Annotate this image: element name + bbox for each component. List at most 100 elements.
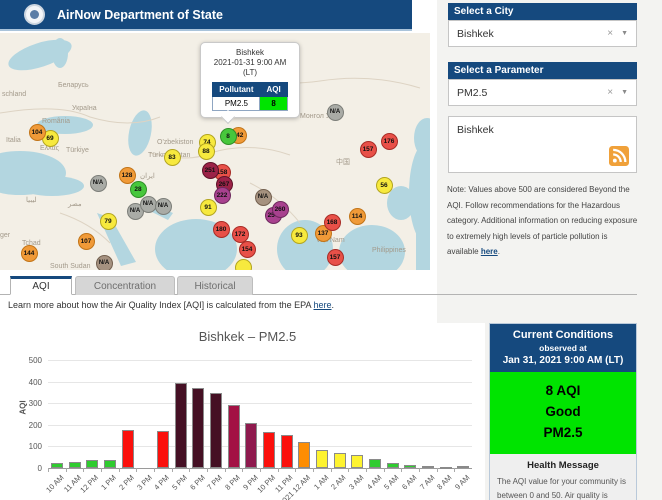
chevron-down-icon[interactable]: ▼	[621, 30, 628, 37]
feed-panel: Bishkek	[448, 116, 637, 173]
chart-bar[interactable]	[262, 431, 275, 468]
chart-x-tick	[277, 468, 279, 472]
map-place-label: مصر	[68, 201, 82, 208]
tab-historical[interactable]: Historical	[177, 276, 253, 295]
cc-datetime: Jan 31, 2021 9:00 AM (LT)	[502, 355, 624, 366]
popup-datetime: 2021-01-31 9:00 AM	[213, 58, 287, 67]
map-aqi-marker[interactable]: 8	[219, 127, 237, 145]
chart-bar[interactable]	[457, 466, 470, 469]
clear-parameter-icon[interactable]: ×	[607, 87, 613, 98]
learn-more-text: Learn more about how the Air Quality Ind…	[8, 300, 335, 310]
chart-bar[interactable]	[121, 429, 134, 468]
map-aqi-marker[interactable]: 176	[380, 132, 398, 150]
map-aqi-marker[interactable]: 93	[290, 226, 308, 244]
map-aqi-marker[interactable]: 144	[20, 244, 38, 262]
chart-x-tick	[171, 468, 173, 472]
aqi-world-map[interactable]: schland Беларусь Україна România Italia Ελλάς…	[0, 33, 430, 270]
map-aqi-marker[interactable]: 172	[231, 225, 249, 243]
map-aqi-marker[interactable]: 88	[197, 142, 215, 160]
chart-x-tick-label: 8 AM	[435, 473, 454, 492]
chart-bar[interactable]	[315, 449, 328, 468]
app-title: AirNow Department of State	[57, 7, 223, 22]
feed-city-label: Bishkek	[457, 124, 494, 136]
chart-bar[interactable]	[245, 423, 258, 468]
aqi-note: Note: Values above 500 are considered Be…	[447, 185, 638, 257]
cc-health-text: The AQI value for your community is betw…	[497, 476, 626, 500]
map-place-label: O'zbekiston	[157, 139, 194, 146]
map-aqi-marker[interactable]: N/A	[89, 174, 107, 192]
map-aqi-marker[interactable]: 157	[359, 140, 377, 158]
select-parameter-header: Select a Parameter	[448, 62, 637, 79]
tab-aqi[interactable]: AQI	[10, 276, 72, 295]
clear-city-icon[interactable]: ×	[607, 28, 613, 39]
map-aqi-marker[interactable]: 104	[28, 123, 46, 141]
chart-bar[interactable]	[439, 466, 452, 469]
map-aqi-marker[interactable]: 79	[99, 212, 117, 230]
chart-bar[interactable]	[298, 441, 311, 468]
chart-x-tick-label: 4 PM	[152, 473, 172, 492]
map-aqi-marker[interactable]: 56	[375, 176, 393, 194]
chart-bar[interactable]	[174, 383, 187, 468]
map-aqi-marker[interactable]: 154	[238, 240, 256, 258]
chart-x-tick-label: 7 PM	[205, 473, 225, 492]
chart-y-tick-label: 400	[28, 377, 42, 387]
chart-bar[interactable]	[368, 458, 381, 468]
chart-x-tick-label: 2 PM	[117, 473, 136, 492]
chart-bar[interactable]	[192, 388, 205, 468]
chart-bar[interactable]	[280, 434, 293, 468]
map-aqi-marker[interactable]: 91	[199, 198, 217, 216]
chart-bar[interactable]	[227, 405, 240, 468]
map-aqi-marker[interactable]: 222	[213, 186, 231, 204]
chart-x-tick	[436, 468, 438, 472]
map-aqi-marker[interactable]: N/A	[139, 195, 157, 213]
select-city-header: Select a City	[448, 3, 637, 20]
map-aqi-marker[interactable]: 83	[163, 148, 181, 166]
chart-x-tick	[242, 468, 244, 472]
city-select[interactable]: Bishkek × ▼	[448, 20, 637, 47]
map-aqi-marker[interactable]: N/A	[254, 188, 272, 206]
map-aqi-marker[interactable]	[234, 258, 252, 270]
chart-gridline	[48, 446, 472, 448]
map-aqi-marker[interactable]: 114	[348, 207, 366, 225]
chart-x-tick-label: 8 PM	[223, 473, 242, 492]
chart-x-tick-label: 7 AM	[417, 473, 437, 492]
map-place-label: ايران	[140, 173, 155, 180]
map-aqi-marker[interactable]: N/A	[326, 103, 344, 121]
chart-y-tick-label: 500	[28, 356, 42, 365]
tab-concentration[interactable]: Concentration	[75, 276, 175, 295]
map-aqi-marker[interactable]: 157	[326, 248, 344, 266]
chevron-down-icon[interactable]: ▼	[621, 89, 628, 96]
chart-bar[interactable]	[103, 460, 116, 468]
chart-bar[interactable]	[421, 466, 434, 469]
chart-bar[interactable]	[209, 393, 222, 468]
chart-bar[interactable]	[333, 452, 346, 468]
current-conditions-header: Current Conditions observed at Jan 31, 2…	[490, 324, 636, 372]
app-header: AirNow Department of State	[0, 0, 412, 31]
map-aqi-marker[interactable]: 128	[118, 166, 136, 184]
chart-bar[interactable]	[50, 462, 63, 468]
chart-bar[interactable]	[351, 455, 364, 468]
rss-feed-icon[interactable]	[609, 146, 629, 166]
chart-bar[interactable]	[86, 460, 99, 468]
map-place-label: Italia	[6, 137, 21, 144]
chart-bar[interactable]	[386, 462, 399, 468]
map-aqi-marker[interactable]: 107	[77, 232, 95, 250]
cc-pollutant: PM2.5	[543, 424, 583, 440]
parameter-select[interactable]: PM2.5 × ▼	[448, 79, 637, 106]
map-aqi-marker[interactable]: 180	[212, 220, 230, 238]
popup-col-aqi: AQI	[259, 82, 288, 97]
chart-x-tick	[383, 468, 385, 472]
chart-bar[interactable]	[156, 430, 169, 468]
map-aqi-marker[interactable]: 251	[201, 161, 219, 179]
chart-bar[interactable]	[68, 461, 81, 468]
chart-x-tick	[260, 468, 261, 472]
map-aqi-marker[interactable]: N/A	[95, 254, 113, 270]
chart-bar[interactable]	[404, 465, 417, 468]
map-aqi-marker[interactable]: N/A	[154, 197, 172, 215]
learn-more-here-link[interactable]: here	[314, 300, 332, 310]
chart-x-tick-label: 1 PM	[99, 473, 119, 492]
note-here-link[interactable]: here	[481, 247, 498, 256]
map-aqi-marker[interactable]: 28	[129, 180, 147, 198]
map-aqi-marker[interactable]: 168	[323, 213, 341, 231]
map-aqi-marker[interactable]: 260	[271, 200, 289, 218]
